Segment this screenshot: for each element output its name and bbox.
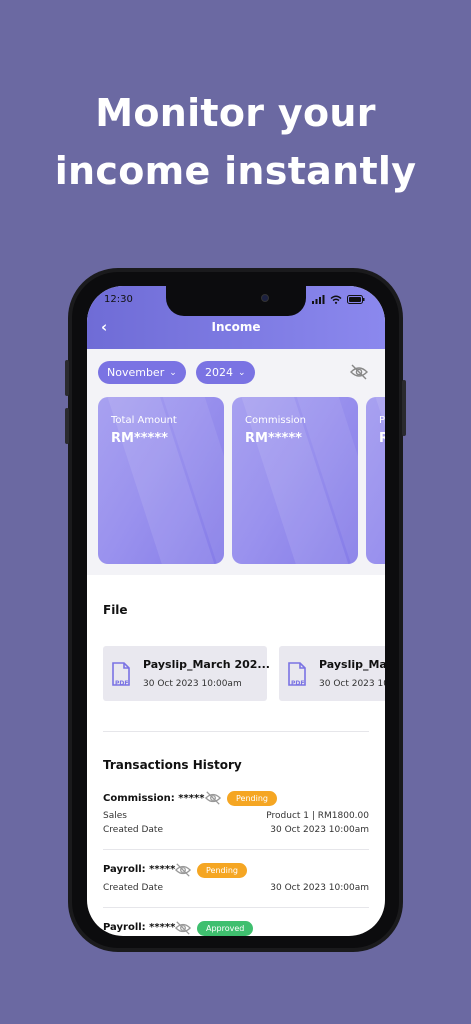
headline-line-2: income instantly [54,149,417,193]
card-value: R [379,431,385,446]
card-label: Commission [245,415,307,426]
headline: Monitor your income instantly [0,84,471,200]
page-title: Income [211,320,261,334]
status-badge: Pending [197,863,247,878]
card-value: RM***** [111,431,168,446]
divider [103,731,369,732]
chevron-down-icon: ⌄ [169,367,177,378]
phone-volume-button [65,408,69,444]
divider [103,907,369,908]
app-screen: 12:30 ‹ Income November ⌄ 2024 ⌄ Total A… [87,286,385,936]
phone-volume-button [65,360,69,396]
app-header: 12:30 ‹ Income [87,286,385,349]
partial-card[interactable]: P R [366,397,385,564]
status-icons [312,295,365,304]
created-date-label: Created Date [103,825,163,835]
phone-side-button [402,380,406,436]
year-selector[interactable]: 2024 ⌄ [196,361,255,384]
file-date: 30 Oct 2023 10:00am [143,679,242,689]
hide-amount-icon[interactable] [204,790,222,806]
transactions-section-title: Transactions History [103,758,242,772]
file-name: Payslip_March 202... [143,658,270,671]
summary-section: November ⌄ 2024 ⌄ Total Amount RM***** C… [87,349,385,575]
card-label: Total Amount [111,415,177,426]
hide-amount-icon[interactable] [174,862,192,878]
month-selector[interactable]: November ⌄ [98,361,186,384]
status-badge: Approved [197,921,254,936]
camera-icon [261,294,269,302]
pdf-icon-label: PDF [115,680,129,687]
pdf-icon-label: PDF [291,680,305,687]
file-date: 30 Oct 2023 10: [319,679,385,689]
file-card[interactable]: PDF Payslip_Ma 30 Oct 2023 10: [279,646,385,701]
created-date-label: Created Date [103,883,163,893]
card-label: P [379,415,385,426]
card-value: RM***** [245,431,302,446]
file-card[interactable]: PDF Payslip_March 202... 30 Oct 2023 10:… [103,646,270,701]
commission-card[interactable]: Commission RM***** [232,397,358,564]
created-date-value: 30 Oct 2023 10:00am [270,825,369,835]
status-time: 12:30 [104,294,133,305]
wifi-icon [330,295,342,304]
created-date-value: 30 Oct 2023 10:00am [270,883,369,893]
file-section-title: File [103,603,128,617]
divider [103,849,369,850]
transaction-type: Sales [103,811,127,821]
file-name: Payslip_Ma [319,658,385,671]
signal-icon [312,295,325,304]
total-amount-card[interactable]: Total Amount RM***** [98,397,224,564]
transaction-title[interactable]: Payroll: ***** [103,864,175,875]
transaction-title[interactable]: Payroll: ***** [103,922,175,933]
month-selector-value: November [107,366,165,379]
transaction-title[interactable]: Commission: ***** [103,793,204,804]
status-badge: Pending [227,791,277,806]
headline-line-1: Monitor your [95,91,376,135]
year-selector-value: 2024 [205,366,233,379]
battery-icon [347,295,365,304]
chevron-down-icon: ⌄ [238,367,246,378]
hide-amount-icon[interactable] [349,363,369,381]
transaction-product: Product 1 | RM1800.00 [266,811,369,821]
dynamic-island [166,286,306,316]
hide-amount-icon[interactable] [174,920,192,936]
